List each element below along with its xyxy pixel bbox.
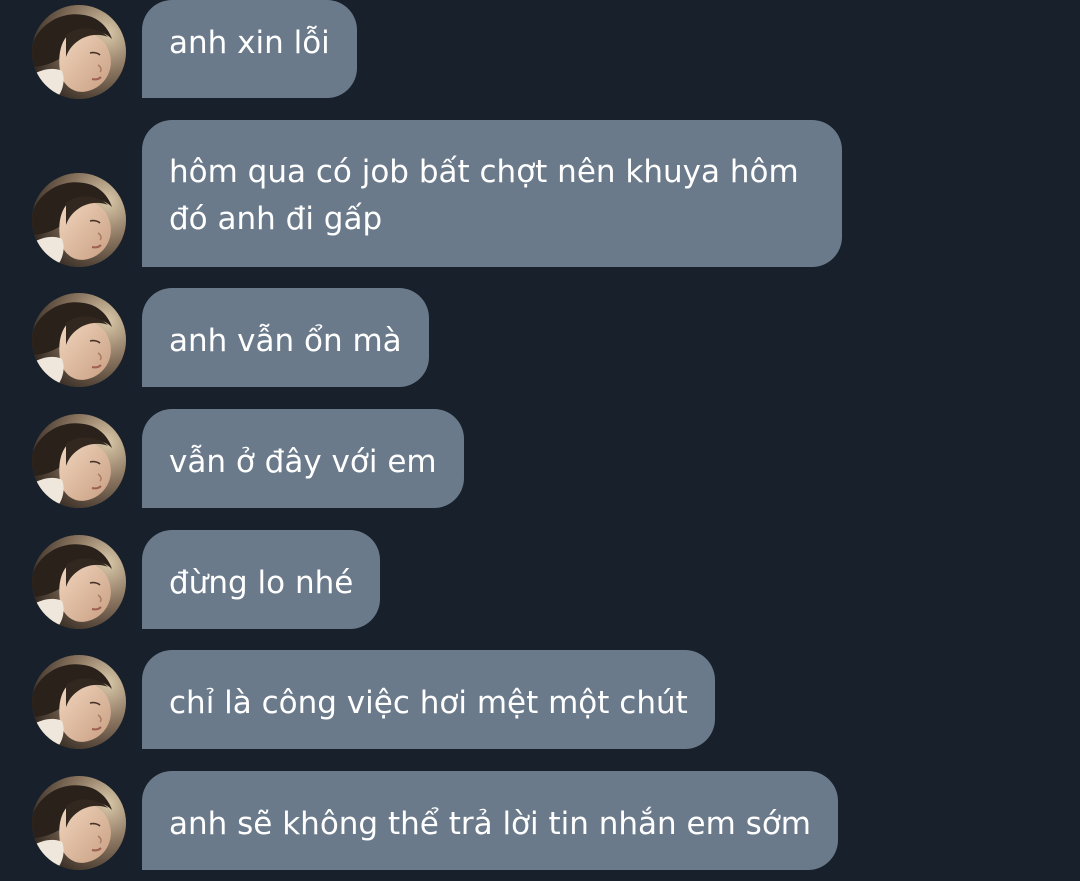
avatar-photo-icon bbox=[32, 173, 126, 267]
message-bubble[interactable]: anh xin lỗi bbox=[142, 0, 357, 98]
avatar[interactable] bbox=[32, 5, 126, 99]
message-bubble[interactable]: anh sẽ không thể trả lời tin nhắn em sớm bbox=[142, 771, 838, 870]
avatar[interactable] bbox=[32, 776, 126, 870]
avatar-photo-icon bbox=[32, 414, 126, 508]
chat-message-list: anh xin lỗi hôm qua có job bất chợt nên … bbox=[0, 0, 1080, 881]
message-text: anh sẽ không thể trả lời tin nhắn em sớm bbox=[169, 806, 811, 842]
message-bubble[interactable]: hôm qua có job bất chợt nên khuya hôm đó… bbox=[142, 120, 842, 267]
message-text: đừng lo nhé bbox=[169, 565, 354, 601]
message-text: chỉ là công việc hơi mệt một chút bbox=[169, 685, 688, 721]
message-bubble[interactable]: chỉ là công việc hơi mệt một chút bbox=[142, 650, 715, 749]
avatar-photo-icon bbox=[32, 535, 126, 629]
avatar-photo-icon bbox=[32, 776, 126, 870]
avatar[interactable] bbox=[32, 655, 126, 749]
avatar[interactable] bbox=[32, 173, 126, 267]
message-bubble[interactable]: đừng lo nhé bbox=[142, 530, 381, 629]
message-text: vẫn ở đây với em bbox=[169, 444, 437, 480]
avatar-photo-icon bbox=[32, 5, 126, 99]
message-bubble[interactable]: anh vẫn ổn mà bbox=[142, 288, 429, 387]
avatar-photo-icon bbox=[32, 293, 126, 387]
avatar[interactable] bbox=[32, 414, 126, 508]
message-text: hôm qua có job bất chợt nên khuya hôm đó… bbox=[169, 154, 799, 237]
message-text: anh vẫn ổn mà bbox=[169, 323, 402, 359]
message-bubble[interactable]: vẫn ở đây với em bbox=[142, 409, 464, 508]
avatar[interactable] bbox=[32, 535, 126, 629]
message-text: anh xin lỗi bbox=[169, 25, 330, 61]
avatar[interactable] bbox=[32, 293, 126, 387]
avatar-photo-icon bbox=[32, 655, 126, 749]
